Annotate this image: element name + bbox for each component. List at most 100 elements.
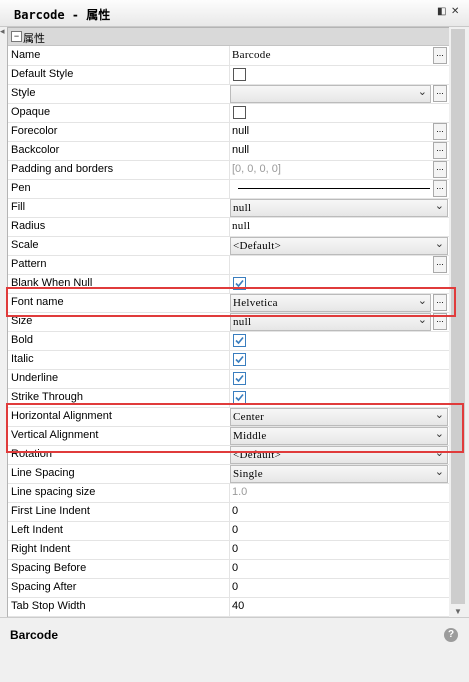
column-divider	[229, 540, 230, 559]
ellipsis-button[interactable]: ...	[433, 142, 447, 159]
property-row-backcolor[interactable]: Backcolor null ...	[8, 141, 449, 161]
ellipsis-button[interactable]: ...	[433, 313, 447, 330]
column-divider	[229, 160, 230, 179]
blank-when-null-checkbox[interactable]	[233, 277, 246, 290]
property-value[interactable]: 1.0	[232, 486, 247, 498]
property-row-size[interactable]: Size null ⌄ ...	[8, 312, 449, 332]
collapse-icon[interactable]: −	[11, 31, 22, 42]
help-icon[interactable]: ?	[444, 628, 458, 642]
vertical-alignment-dropdown[interactable]: Middle ⌄	[230, 427, 448, 445]
property-row-italic[interactable]: Italic	[8, 350, 449, 370]
ellipsis-button[interactable]: ...	[433, 294, 447, 311]
property-row-radius[interactable]: Radius null	[8, 217, 449, 237]
ellipsis-button[interactable]: ...	[433, 85, 447, 102]
property-row-underline[interactable]: Underline	[8, 369, 449, 389]
default-style-checkbox[interactable]	[233, 68, 246, 81]
dropdown-value: <Default>	[233, 449, 282, 461]
ellipsis-button[interactable]: ...	[433, 256, 447, 273]
property-value[interactable]: null	[232, 220, 250, 232]
line-spacing-dropdown[interactable]: Single ⌄	[230, 465, 448, 483]
property-row-left-indent[interactable]: Left Indent 0	[8, 521, 449, 541]
horizontal-alignment-dropdown[interactable]: Center ⌄	[230, 408, 448, 426]
property-row-scale[interactable]: Scale <Default> ⌄	[8, 236, 449, 256]
property-name: Scale	[11, 239, 39, 251]
property-row-pattern[interactable]: Pattern ...	[8, 255, 449, 275]
property-row-padding-and-borders[interactable]: Padding and borders [0, 0, 0, 0] ...	[8, 160, 449, 180]
property-name: Left Indent	[11, 524, 63, 536]
property-row-font-name[interactable]: Font name Helvetica ⌄ ...	[8, 293, 449, 313]
property-value[interactable]: 40	[232, 600, 244, 612]
column-divider	[229, 103, 230, 122]
property-value[interactable]: 0	[232, 581, 238, 593]
property-value[interactable]: 0	[232, 562, 238, 574]
style-dropdown[interactable]: ⌄	[230, 85, 431, 103]
opaque-checkbox[interactable]	[233, 106, 246, 119]
dropdown-value: Center	[233, 411, 265, 423]
property-row-rotation[interactable]: Rotation <Default> ⌄	[8, 445, 449, 465]
property-name: Horizontal Alignment	[11, 410, 112, 422]
size-dropdown[interactable]: null ⌄	[230, 313, 431, 331]
dropdown-value: Helvetica	[233, 297, 278, 309]
property-row-blank-when-null[interactable]: Blank When Null	[8, 274, 449, 294]
ellipsis-button[interactable]: ...	[433, 47, 447, 64]
property-row-spacing-before[interactable]: Spacing Before 0	[8, 559, 449, 579]
property-row-line-spacing-size[interactable]: Line spacing size 1.0	[8, 483, 449, 503]
ellipsis-button[interactable]: ...	[433, 123, 447, 140]
property-value[interactable]: 0	[232, 543, 238, 555]
close-icon[interactable]: ✕	[451, 6, 459, 17]
vertical-scrollbar[interactable]: ▼	[449, 27, 467, 617]
ellipsis-button[interactable]: ...	[433, 180, 447, 197]
property-name: Vertical Alignment	[11, 429, 99, 441]
chevron-down-icon[interactable]: ⌄	[435, 199, 444, 212]
chevron-down-icon[interactable]: ⌄	[435, 237, 444, 250]
property-name: Pen	[11, 182, 31, 194]
property-row-fill[interactable]: Fill null ⌄	[8, 198, 449, 218]
chevron-down-icon[interactable]: ⌄	[435, 408, 444, 421]
bold-checkbox[interactable]	[233, 334, 246, 347]
property-value[interactable]: null	[232, 144, 249, 156]
chevron-down-icon[interactable]: ⌄	[418, 294, 427, 307]
ellipsis-button[interactable]: ...	[433, 161, 447, 178]
category-header[interactable]: − 属性	[8, 28, 449, 46]
scale-dropdown[interactable]: <Default> ⌄	[230, 237, 448, 255]
font-name-dropdown[interactable]: Helvetica ⌄	[230, 294, 431, 312]
property-row-default-style[interactable]: Default Style	[8, 65, 449, 85]
property-value[interactable]: 0	[232, 524, 238, 536]
chevron-down-icon[interactable]: ⌄	[435, 465, 444, 478]
property-row-spacing-after[interactable]: Spacing After 0	[8, 578, 449, 598]
chevron-down-icon[interactable]: ⌄	[418, 85, 427, 98]
column-divider	[229, 255, 230, 274]
fill-dropdown[interactable]: null ⌄	[230, 199, 448, 217]
property-row-right-indent[interactable]: Right Indent 0	[8, 540, 449, 560]
property-row-opaque[interactable]: Opaque	[8, 103, 449, 123]
property-row-tab-stop-width[interactable]: Tab Stop Width 40	[8, 597, 449, 617]
property-value[interactable]: 0	[232, 505, 238, 517]
property-value[interactable]: [0, 0, 0, 0]	[232, 163, 281, 175]
chevron-down-icon[interactable]: ⌄	[418, 313, 427, 326]
scrollbar-thumb[interactable]	[451, 29, 465, 604]
scroll-down-icon[interactable]: ▼	[454, 607, 462, 616]
strike-through-checkbox[interactable]	[233, 391, 246, 404]
property-row-name[interactable]: Name Barcode ...	[8, 46, 449, 66]
property-row-style[interactable]: Style ⌄ ...	[8, 84, 449, 104]
property-row-bold[interactable]: Bold	[8, 331, 449, 351]
property-row-horizontal-alignment[interactable]: Horizontal Alignment Center ⌄	[8, 407, 449, 427]
property-row-first-line-indent[interactable]: First Line Indent 0	[8, 502, 449, 522]
dock-icon[interactable]: ◧	[437, 6, 446, 17]
property-row-strike-through[interactable]: Strike Through	[8, 388, 449, 408]
column-divider	[229, 179, 230, 198]
underline-checkbox[interactable]	[233, 372, 246, 385]
italic-checkbox[interactable]	[233, 353, 246, 366]
dropdown-value: <Default>	[233, 240, 282, 252]
window-title-bar: Barcode - 属性 ◧ ✕	[0, 0, 469, 27]
rotation-dropdown[interactable]: <Default> ⌄	[230, 446, 448, 464]
property-value[interactable]: Barcode	[232, 49, 271, 61]
property-row-pen[interactable]: Pen ...	[8, 179, 449, 199]
property-row-forecolor[interactable]: Forecolor null ...	[8, 122, 449, 142]
property-row-vertical-alignment[interactable]: Vertical Alignment Middle ⌄	[8, 426, 449, 446]
column-divider	[229, 559, 230, 578]
property-row-line-spacing[interactable]: Line Spacing Single ⌄	[8, 464, 449, 484]
chevron-down-icon[interactable]: ⌄	[435, 427, 444, 440]
chevron-down-icon[interactable]: ⌄	[435, 446, 444, 459]
property-value[interactable]: null	[232, 125, 249, 137]
